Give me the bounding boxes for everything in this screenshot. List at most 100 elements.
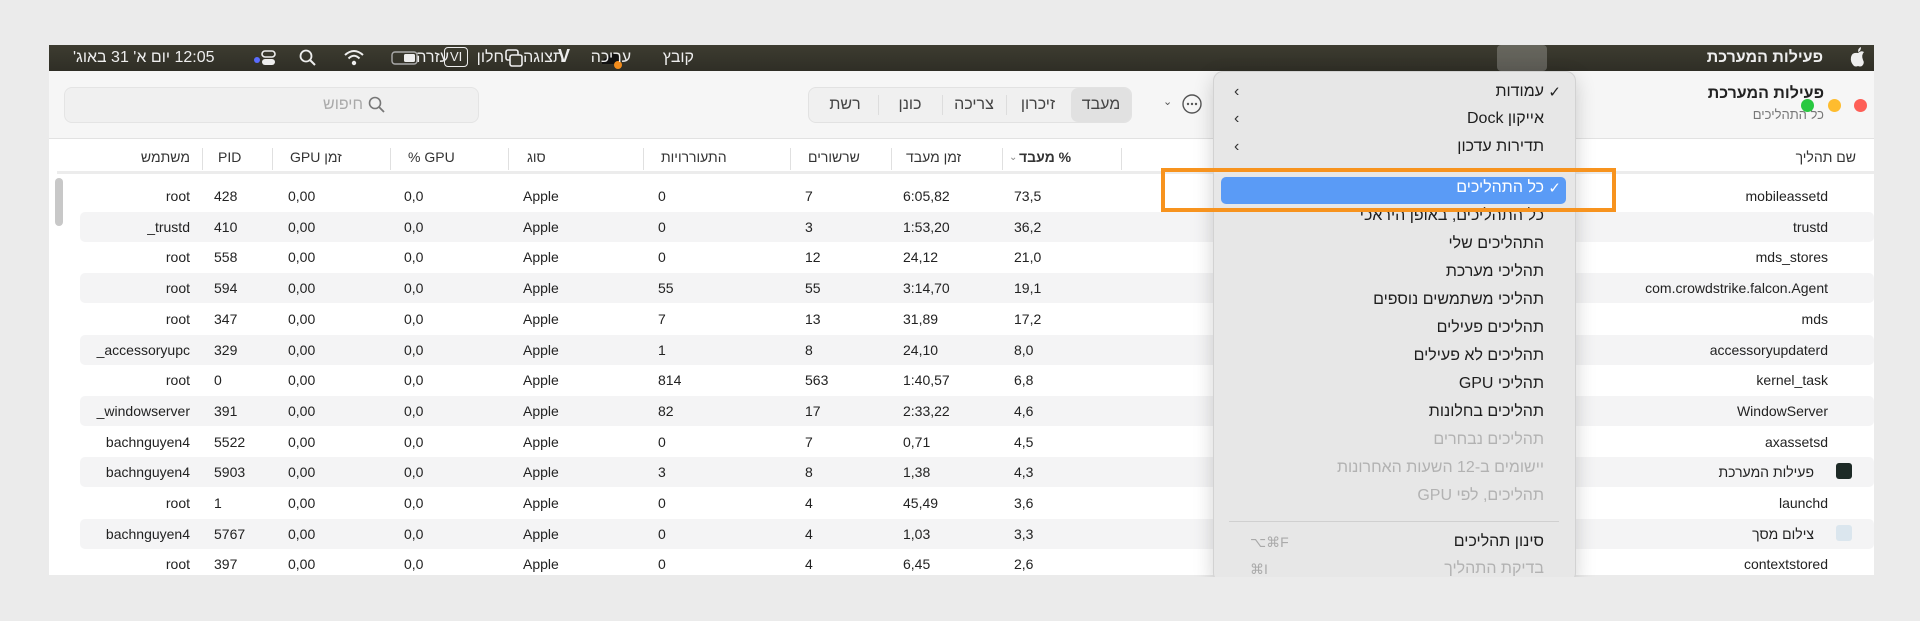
cell-cpu-time: 3:14,70 bbox=[903, 280, 950, 297]
cell-user: bachnguyen4 bbox=[105, 464, 190, 481]
column-divider bbox=[272, 148, 273, 170]
wifi-icon[interactable] bbox=[343, 48, 365, 73]
column-header-threads[interactable]: שרשורים bbox=[808, 149, 860, 165]
cell-cpu-pct: 19,1 bbox=[1014, 280, 1042, 297]
cell-cpu-pct: 73,5 bbox=[1014, 188, 1042, 204]
menu-item-filter[interactable]: תהליכי משתמשים נוספים bbox=[1373, 291, 1544, 309]
menu-item-filter: תהליכים, לפי GPU bbox=[1417, 487, 1544, 504]
menubar-clock[interactable]: 12:05 יום א' 31 באוג' bbox=[73, 49, 215, 67]
menu-app-name[interactable]: פעילות המערכת bbox=[1707, 49, 1823, 67]
table-row[interactable]: _trustd 410 0,00 0,0 Apple 0 3 1:53,20 36,2 trust… bbox=[80, 211, 1874, 242]
cell-wakeups: 55 bbox=[658, 280, 674, 297]
tab-divider bbox=[878, 95, 879, 115]
menu-item-action[interactable]: סינון תהליכים bbox=[1454, 533, 1544, 551]
cell-gpu-time: 0,00 bbox=[288, 433, 316, 450]
menu-item-filter[interactable]: תהליכים לא פעילים bbox=[1414, 347, 1544, 365]
cell-cpu-time: 1,38 bbox=[903, 464, 931, 481]
cell-kind: Apple bbox=[523, 218, 559, 235]
zoom-button[interactable] bbox=[1801, 99, 1814, 112]
cell-pid: 329 bbox=[214, 341, 238, 358]
cell-process-name: com.crowdstrike.falcon.Agent bbox=[1645, 280, 1828, 297]
cell-cpu-pct: 2,6 bbox=[1014, 556, 1034, 573]
search-icon bbox=[368, 96, 386, 119]
cell-kind: Apple bbox=[523, 188, 559, 204]
search-icon[interactable] bbox=[299, 48, 317, 73]
table-row[interactable]: root 0 0,00 0,0 Apple 814 563 1:40,57 6,8 kernel_… bbox=[49, 365, 1874, 395]
table-row[interactable]: root 1 0,00 0,0 Apple 0 4 45,49 3,6 launchd bbox=[49, 488, 1874, 518]
cell-gpu-time: 0,00 bbox=[288, 249, 316, 266]
menu-file[interactable]: קובץ bbox=[663, 49, 694, 67]
column-header-kind[interactable]: סוג bbox=[527, 149, 546, 165]
cell-kind: Apple bbox=[523, 433, 559, 450]
cell-cpu-time: 0,71 bbox=[903, 433, 931, 450]
scrollbar[interactable] bbox=[55, 178, 63, 226]
table-row[interactable]: _accessoryupc 329 0,00 0,0 Apple 1 8 24,10 8,0 ac… bbox=[80, 334, 1874, 365]
cell-cpu-time: 6:05,82 bbox=[903, 188, 950, 204]
cell-pid: 5522 bbox=[214, 433, 246, 450]
menu-item-submenu[interactable]: תדירות עדכון bbox=[1457, 138, 1544, 156]
tab-energy[interactable]: צריכה bbox=[943, 88, 1005, 122]
cell-cpu-time: 31,89 bbox=[903, 310, 939, 327]
more-options-icon[interactable] bbox=[1181, 93, 1203, 120]
cell-cpu-pct: 36,2 bbox=[1014, 218, 1042, 235]
column-header-pid[interactable]: PID bbox=[218, 149, 241, 165]
cell-threads: 4 bbox=[805, 495, 813, 511]
menu-item-submenu[interactable]: עמודות bbox=[1495, 83, 1544, 101]
menu-item-filter[interactable]: תהליכים בחלונות bbox=[1429, 403, 1544, 421]
tab-memory[interactable]: זיכרון bbox=[1007, 88, 1069, 122]
cell-process-name: axassetsd bbox=[1764, 433, 1828, 450]
tab-cpu[interactable]: מעבד bbox=[1071, 88, 1131, 122]
column-header-cpu-time[interactable]: זמן מעבד bbox=[906, 149, 961, 165]
menu-help[interactable]: עזרה bbox=[416, 49, 449, 67]
cell-gpu-pct: 0,0 bbox=[404, 310, 424, 327]
column-divider bbox=[1121, 148, 1122, 170]
menu-item-filter[interactable]: התהליכים שלי bbox=[1449, 235, 1545, 253]
cell-cpu-time: 6,45 bbox=[903, 556, 931, 573]
cell-wakeups: 0 bbox=[658, 188, 666, 204]
cell-pid: 428 bbox=[214, 188, 238, 204]
menu-separator bbox=[1229, 521, 1559, 522]
table-row[interactable]: root 558 0,00 0,0 Apple 0 12 24,12 21,0 mds_store… bbox=[49, 242, 1874, 272]
column-header-gpu-time[interactable]: זמן GPU bbox=[290, 149, 342, 165]
menu-item-submenu[interactable]: אייקון Dock bbox=[1467, 110, 1544, 128]
control-center-icon[interactable] bbox=[254, 48, 276, 73]
table-row[interactable]: bachnguyen4 5767 0,00 0,0 Apple 0 4 1,03 3,3 צילו… bbox=[80, 518, 1874, 549]
cell-user: root bbox=[165, 372, 190, 389]
table-row[interactable]: root 594 0,00 0,0 Apple 55 55 3:14,70 19,1 com.cr… bbox=[80, 273, 1874, 304]
minimize-button[interactable] bbox=[1828, 99, 1841, 112]
window-icon[interactable] bbox=[504, 48, 524, 73]
search-field[interactable]: חיפוש bbox=[64, 87, 479, 123]
column-header-user[interactable]: משתמש bbox=[141, 149, 190, 165]
cell-threads: 7 bbox=[805, 433, 813, 450]
apple-icon[interactable] bbox=[1849, 47, 1867, 74]
column-header-name[interactable]: שם תהליך bbox=[1796, 149, 1856, 165]
chevron-down-icon[interactable]: ⌄ bbox=[1163, 95, 1172, 108]
menu-item-filter[interactable]: תהליכים פעילים bbox=[1437, 319, 1544, 337]
tab-divider bbox=[1006, 95, 1007, 115]
cell-gpu-time: 0,00 bbox=[288, 464, 316, 481]
table-row[interactable]: root 347 0,00 0,0 Apple 7 13 31,89 17,2 mds bbox=[49, 304, 1874, 334]
table-row[interactable]: _windowserver 391 0,00 0,0 Apple 82 17 2:33,22 4… bbox=[80, 395, 1874, 426]
cell-wakeups: 1 bbox=[658, 341, 666, 358]
cell-kind: Apple bbox=[523, 280, 559, 297]
cell-kind: Apple bbox=[523, 402, 559, 419]
column-header-gpu-pct[interactable]: % GPU bbox=[408, 149, 455, 165]
column-header-cpu-pct[interactable]: % מעבד bbox=[1019, 149, 1071, 165]
cell-user: root bbox=[165, 280, 190, 297]
table-row[interactable]: bachnguyen4 5522 0,00 0,0 Apple 0 7 0,71 4,5 axas… bbox=[49, 427, 1874, 457]
menu-item-filter[interactable]: תהליכי GPU bbox=[1459, 375, 1544, 393]
menu-view[interactable]: תצוגה bbox=[523, 49, 564, 67]
tab-network[interactable]: רשת bbox=[813, 88, 877, 122]
menu-edit[interactable]: עריכה bbox=[591, 49, 631, 67]
cell-gpu-pct: 0,0 bbox=[404, 525, 424, 542]
close-button[interactable] bbox=[1854, 99, 1867, 112]
menu-item-filter[interactable]: תהליכי מערכת bbox=[1446, 263, 1544, 281]
table-row[interactable]: root 397 0,00 0,0 Apple 0 4 6,45 2,6 contextstore… bbox=[49, 549, 1874, 575]
cell-gpu-time: 0,00 bbox=[288, 495, 316, 511]
menu-window[interactable]: חלון bbox=[477, 49, 504, 67]
annotation-highlight-box bbox=[1161, 168, 1616, 212]
table-row[interactable]: bachnguyen4 5903 0,00 0,0 Apple 3 8 1,38 4,3 פעיל… bbox=[80, 457, 1874, 488]
tab-disk[interactable]: כונן bbox=[879, 88, 941, 122]
column-header-wakeups[interactable]: התעוררויות bbox=[661, 149, 727, 165]
cell-kind: Apple bbox=[523, 249, 559, 266]
